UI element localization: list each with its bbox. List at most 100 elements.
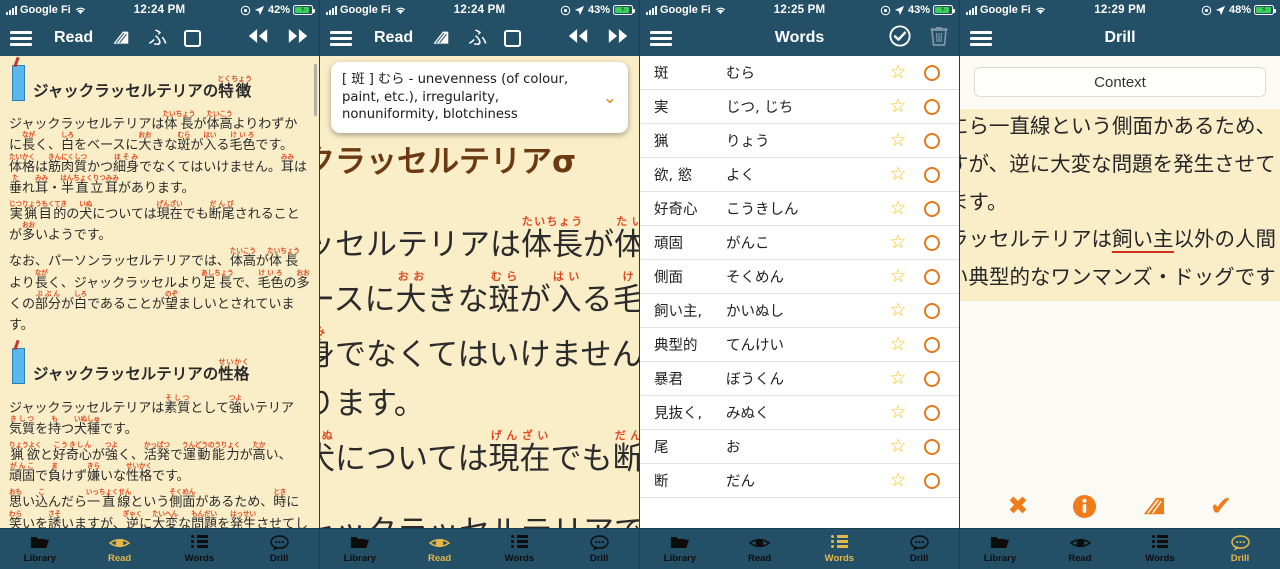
tab-words[interactable]: Words <box>1120 534 1200 564</box>
furigana-icon[interactable]: ふ <box>148 29 167 48</box>
table-row[interactable]: 断 だん ☆ <box>640 464 959 498</box>
tab-drill[interactable]: Drill <box>559 534 639 564</box>
star-icon[interactable]: ☆ <box>881 63 915 82</box>
chevron-down-icon[interactable]: ⌄ <box>603 89 617 106</box>
circle-icon[interactable] <box>915 98 949 115</box>
scrollbar[interactable] <box>314 64 317 116</box>
tab-drill[interactable]: Drill <box>239 534 319 564</box>
paragraph[interactable]: ジャックラッセルテリアは体長たいちょうが体高たいこうよりわずかに長ながく、白しろ… <box>9 110 310 199</box>
tab-read[interactable]: Read <box>720 535 800 564</box>
table-row[interactable]: 頑固 がんこ ☆ <box>640 226 959 260</box>
circle-icon[interactable] <box>915 64 949 81</box>
tab-read[interactable]: Read <box>1040 535 1120 564</box>
square-icon[interactable] <box>184 29 202 47</box>
nav-toolbar: Read ふ <box>54 29 202 48</box>
paragraph[interactable]: 猟欲りょうよくと好奇心こうきしんが強つよく、活発かっぱつで運動能力うんどうのうり… <box>9 441 310 487</box>
table-row[interactable]: 典型的 てんけい ☆ <box>640 328 959 362</box>
highlighted-word[interactable]: 飼い主 <box>1112 227 1174 254</box>
tab-library[interactable]: Library <box>960 535 1040 564</box>
fast-forward-icon[interactable] <box>607 28 629 49</box>
paragraph[interactable]: ジャックラッセルテリアは素質そしつとして強つよいテリア気質きしつを持もつ犬種いぬ… <box>9 394 310 440</box>
trash-icon[interactable] <box>929 25 949 52</box>
dictionary-popup[interactable]: [ 斑 ] むら - unevenness (of colour, paint,… <box>331 62 628 133</box>
drill-passage[interactable]: にら一直線という側面かあるため、 すが、逆に大変な問題を発生させて ます。 ラッ… <box>960 109 1280 301</box>
alarm-icon <box>560 5 571 15</box>
reading-pane-zoomed[interactable]: [ 斑 ] むら - unevenness (of colour, paint,… <box>320 56 639 528</box>
rewind-icon[interactable] <box>567 28 589 49</box>
table-row[interactable]: 見抜く, みぬく ☆ <box>640 396 959 430</box>
circle-icon[interactable] <box>915 472 949 489</box>
circle-icon[interactable] <box>915 200 949 217</box>
paragraph[interactable]: なお、パーソンラッセルテリアでは、体高たいこうが体長たいちょうより長ながく、ジャ… <box>9 247 310 336</box>
star-icon[interactable]: ☆ <box>881 165 915 184</box>
hamburger-icon[interactable] <box>970 30 992 46</box>
rewind-icon[interactable] <box>247 28 269 49</box>
reading-pane[interactable]: ジャックラッセルテリアの特徴とくちょう ジャックラッセルテリアは体長たいちょうが… <box>0 56 319 528</box>
table-row[interactable]: 暴君 ぼうくん ☆ <box>640 362 959 396</box>
tab-read[interactable]: Read <box>80 535 160 564</box>
circle-icon[interactable] <box>915 166 949 183</box>
furigana-icon[interactable]: ふ <box>468 29 487 48</box>
table-row[interactable]: 尾 お ☆ <box>640 430 959 464</box>
check-icon[interactable]: ✔ <box>1210 493 1233 520</box>
star-icon[interactable]: ☆ <box>881 131 915 150</box>
book-icon[interactable] <box>110 29 131 48</box>
tab-words[interactable]: Words <box>480 534 560 564</box>
table-row[interactable]: 欲, 慾 よく ☆ <box>640 158 959 192</box>
table-row[interactable]: 側面 そくめん ☆ <box>640 260 959 294</box>
circle-icon[interactable] <box>915 336 949 353</box>
tab-library[interactable]: Library <box>0 535 80 564</box>
star-icon[interactable]: ☆ <box>881 301 915 320</box>
circle-icon[interactable] <box>915 370 949 387</box>
star-icon[interactable]: ☆ <box>881 369 915 388</box>
hamburger-icon[interactable] <box>650 30 672 46</box>
paragraph[interactable]: 実猟目的じつりょうもくてきの犬いぬについては現在げんざいでも断尾だんびされること… <box>9 200 310 246</box>
eye-icon <box>749 535 771 551</box>
circle-icon[interactable] <box>915 438 949 455</box>
drill-line: さゆえに飼い主の力不足を見抜くと <box>960 297 1280 301</box>
tab-drill[interactable]: Drill <box>1200 534 1280 564</box>
star-icon[interactable]: ☆ <box>881 471 915 490</box>
section-title: ジャックラッセルテリアの特徴とくちょう <box>33 75 253 100</box>
tab-words[interactable]: Words <box>800 534 880 564</box>
star-icon[interactable]: ☆ <box>881 199 915 218</box>
info-icon[interactable] <box>1072 494 1097 519</box>
table-row[interactable]: 好奇心 こうきしん ☆ <box>640 192 959 226</box>
star-icon[interactable]: ☆ <box>881 97 915 116</box>
square-icon[interactable] <box>504 29 522 47</box>
paragraph[interactable]: 思おもい込こんだら一直線いっちょくせんという側面そくめんがあるため、時ときに笑わ… <box>9 488 310 528</box>
tab-words[interactable]: Words <box>160 534 240 564</box>
word-kana: そくめん <box>726 270 784 286</box>
context-button[interactable]: Context <box>974 67 1266 97</box>
folder-icon <box>30 535 50 551</box>
star-icon[interactable]: ☆ <box>881 233 915 252</box>
hamburger-icon[interactable] <box>10 30 32 46</box>
check-circle-icon[interactable] <box>889 24 911 52</box>
table-row[interactable]: 実 じつ, じち ☆ <box>640 90 959 124</box>
tab-library[interactable]: Library <box>320 535 400 564</box>
circle-icon[interactable] <box>915 234 949 251</box>
alarm-icon <box>1201 5 1212 15</box>
circle-icon[interactable] <box>915 404 949 421</box>
circle-icon[interactable] <box>915 302 949 319</box>
table-row[interactable]: 猟 りょう ☆ <box>640 124 959 158</box>
words-list[interactable]: 斑 むら ☆ 実 じつ, じち ☆ 猟 りょう ☆ 欲, 慾 よく ☆ 好奇心 … <box>640 56 959 528</box>
circle-icon[interactable] <box>915 132 949 149</box>
star-icon[interactable]: ☆ <box>881 335 915 354</box>
zoomed-title-line: クラッセルテリアσ <box>320 144 577 180</box>
tab-drill[interactable]: Drill <box>879 534 959 564</box>
tab-bar: Library Read Words Drill <box>320 528 639 569</box>
star-icon[interactable]: ☆ <box>881 403 915 422</box>
table-row[interactable]: 斑 むら ☆ <box>640 56 959 90</box>
book-icon[interactable] <box>1140 495 1167 519</box>
tab-read[interactable]: Read <box>400 535 480 564</box>
tab-library[interactable]: Library <box>640 535 720 564</box>
hamburger-icon[interactable] <box>330 30 352 46</box>
circle-icon[interactable] <box>915 268 949 285</box>
close-x-icon[interactable]: ✖ <box>1008 494 1029 519</box>
star-icon[interactable]: ☆ <box>881 267 915 286</box>
star-icon[interactable]: ☆ <box>881 437 915 456</box>
table-row[interactable]: 飼い主, かいぬし ☆ <box>640 294 959 328</box>
book-icon[interactable] <box>430 29 451 48</box>
fast-forward-icon[interactable] <box>287 28 309 49</box>
